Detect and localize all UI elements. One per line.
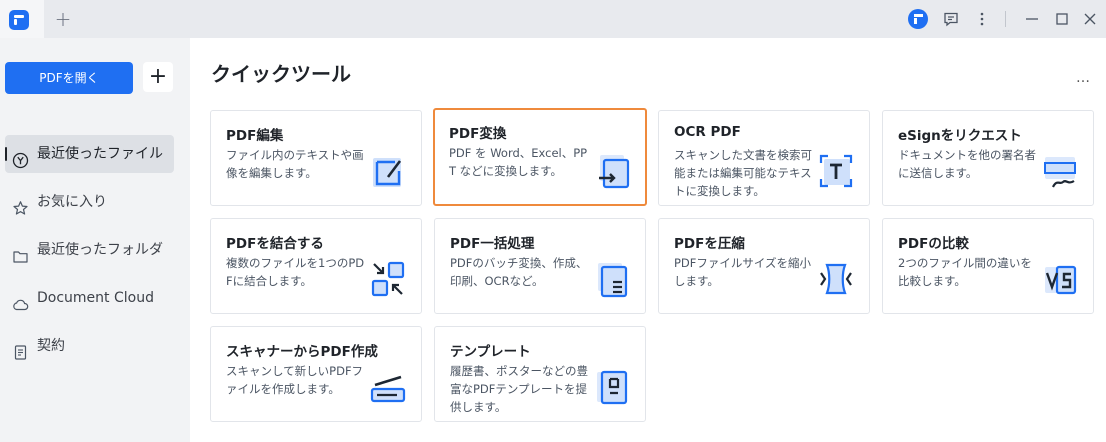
cloud-icon xyxy=(12,290,29,311)
sidebar-item-label: 最近使ったファイル xyxy=(37,146,163,162)
contract-icon xyxy=(12,338,29,360)
open-pdf-button[interactable]: PDFを開く xyxy=(5,62,133,94)
tool-description: 2つのファイル間の違いを比較します。 xyxy=(898,256,1032,288)
tool-description: スキャンして新しいPDFファイルを作成します。 xyxy=(226,364,364,396)
tool-title: PDF変換 xyxy=(449,126,507,142)
sidebar: PDFを開く + 最近使ったファイル お気に入り 最近使ったフォルダ Docum… xyxy=(0,38,190,442)
sidebar-item-recent-folders[interactable]: 最近使ったフォルダ xyxy=(5,231,174,269)
tool-title: スキャナーからPDF作成 xyxy=(226,344,378,360)
sidebar-item-label: 契約 xyxy=(37,338,65,354)
tool-description: PDFファイルサイズを縮小します。 xyxy=(674,256,812,288)
tool-card-merge-pdf[interactable]: PDFを結合する 複数のファイルを1つのPDFに結合します。 xyxy=(210,218,422,314)
tool-description: 履歴書、ポスターなどの豊富なPDFテンプレートを提供します。 xyxy=(450,364,588,414)
tool-card-convert-pdf[interactable]: PDF変換 PDF を Word、Excel、PPT などに変換します。 xyxy=(433,108,647,206)
edit-document-icon xyxy=(369,151,407,191)
app-logo-icon xyxy=(9,10,29,30)
folder-icon xyxy=(12,242,29,263)
titlebar-divider xyxy=(1005,11,1006,27)
tool-card-compare-pdf[interactable]: PDFの比較 2つのファイル間の違いを比較します。 xyxy=(882,218,1094,314)
sidebar-item-recent-files[interactable]: 最近使ったファイル xyxy=(5,135,174,173)
tool-title: eSignをリクエスト xyxy=(898,128,1022,144)
page-title: クイックツール xyxy=(211,62,351,86)
sidebar-item-document-cloud[interactable]: Document Cloud xyxy=(5,279,174,317)
scanner-icon xyxy=(369,367,407,407)
sidebar-item-favorites[interactable]: お気に入り xyxy=(5,183,174,221)
app-tab[interactable] xyxy=(0,0,44,38)
compare-icon xyxy=(1041,259,1079,299)
tool-card-edit-pdf[interactable]: PDF編集 ファイル内のテキストや画像を編集します。 xyxy=(210,110,422,206)
new-tab-button[interactable]: + xyxy=(52,7,74,31)
tool-card-templates[interactable]: テンプレート 履歴書、ポスターなどの豊富なPDFテンプレートを提供します。 xyxy=(434,326,646,422)
account-icon[interactable] xyxy=(908,9,928,29)
tool-description: スキャンした文書を検索可能または編集可能なテキストに変換します。 xyxy=(674,148,812,198)
star-icon xyxy=(12,194,29,215)
tool-card-esign[interactable]: eSignをリクエスト ドキュメントを他の署名者に送信します。 xyxy=(882,110,1094,206)
sidebar-item-label: 最近使ったフォルダ xyxy=(37,242,163,258)
minimize-icon[interactable] xyxy=(1022,9,1042,29)
tool-title: テンプレート xyxy=(450,344,531,360)
compress-icon xyxy=(817,259,855,299)
tool-description: ドキュメントを他の署名者に送信します。 xyxy=(898,148,1036,180)
sidebar-item-label: お気に入り xyxy=(37,194,107,210)
more-vertical-icon[interactable] xyxy=(972,9,992,29)
title-bar: + xyxy=(0,0,1106,38)
active-indicator xyxy=(5,147,7,161)
more-options-icon[interactable]: … xyxy=(1076,70,1091,86)
tool-card-compress-pdf[interactable]: PDFを圧縮 PDFファイルサイズを縮小します。 xyxy=(658,218,870,314)
tool-description: PDF を Word、Excel、PPT などに変換します。 xyxy=(449,146,588,178)
tool-title: PDF編集 xyxy=(226,128,284,144)
tool-title: OCR PDF xyxy=(674,124,741,140)
ocr-icon xyxy=(817,151,855,191)
clock-circle-icon xyxy=(12,146,29,169)
tool-card-ocr-pdf[interactable]: OCR PDF スキャンした文書を検索可能または編集可能なテキストに変換します。 xyxy=(658,110,870,206)
tool-title: PDF一括処理 xyxy=(450,236,535,252)
tool-description: 複数のファイルを1つのPDFに結合します。 xyxy=(226,256,365,288)
tool-card-scan-to-pdf[interactable]: スキャナーからPDF作成 スキャンして新しいPDFファイルを作成します。 xyxy=(210,326,422,422)
sidebar-item-label: Document Cloud xyxy=(37,290,154,306)
template-icon xyxy=(593,367,631,407)
tool-card-batch-pdf[interactable]: PDF一括処理 PDFのバッチ変換、作成、印刷、OCRなど。 xyxy=(434,218,646,314)
add-button[interactable]: + xyxy=(143,62,173,92)
maximize-icon[interactable] xyxy=(1052,9,1072,29)
tool-description: PDFのバッチ変換、作成、印刷、OCRなど。 xyxy=(450,256,588,288)
message-icon[interactable] xyxy=(941,9,961,29)
tool-title: PDFを結合する xyxy=(226,236,324,252)
close-icon[interactable] xyxy=(1080,9,1100,29)
batch-icon xyxy=(593,259,631,299)
convert-icon xyxy=(594,151,632,191)
tool-title: PDFの比較 xyxy=(898,236,969,252)
tool-description: ファイル内のテキストや画像を編集します。 xyxy=(226,148,364,180)
tool-title: PDFを圧縮 xyxy=(674,236,745,252)
merge-icon xyxy=(369,259,407,299)
signature-icon xyxy=(1041,151,1079,191)
sidebar-item-contracts[interactable]: 契約 xyxy=(5,327,174,365)
